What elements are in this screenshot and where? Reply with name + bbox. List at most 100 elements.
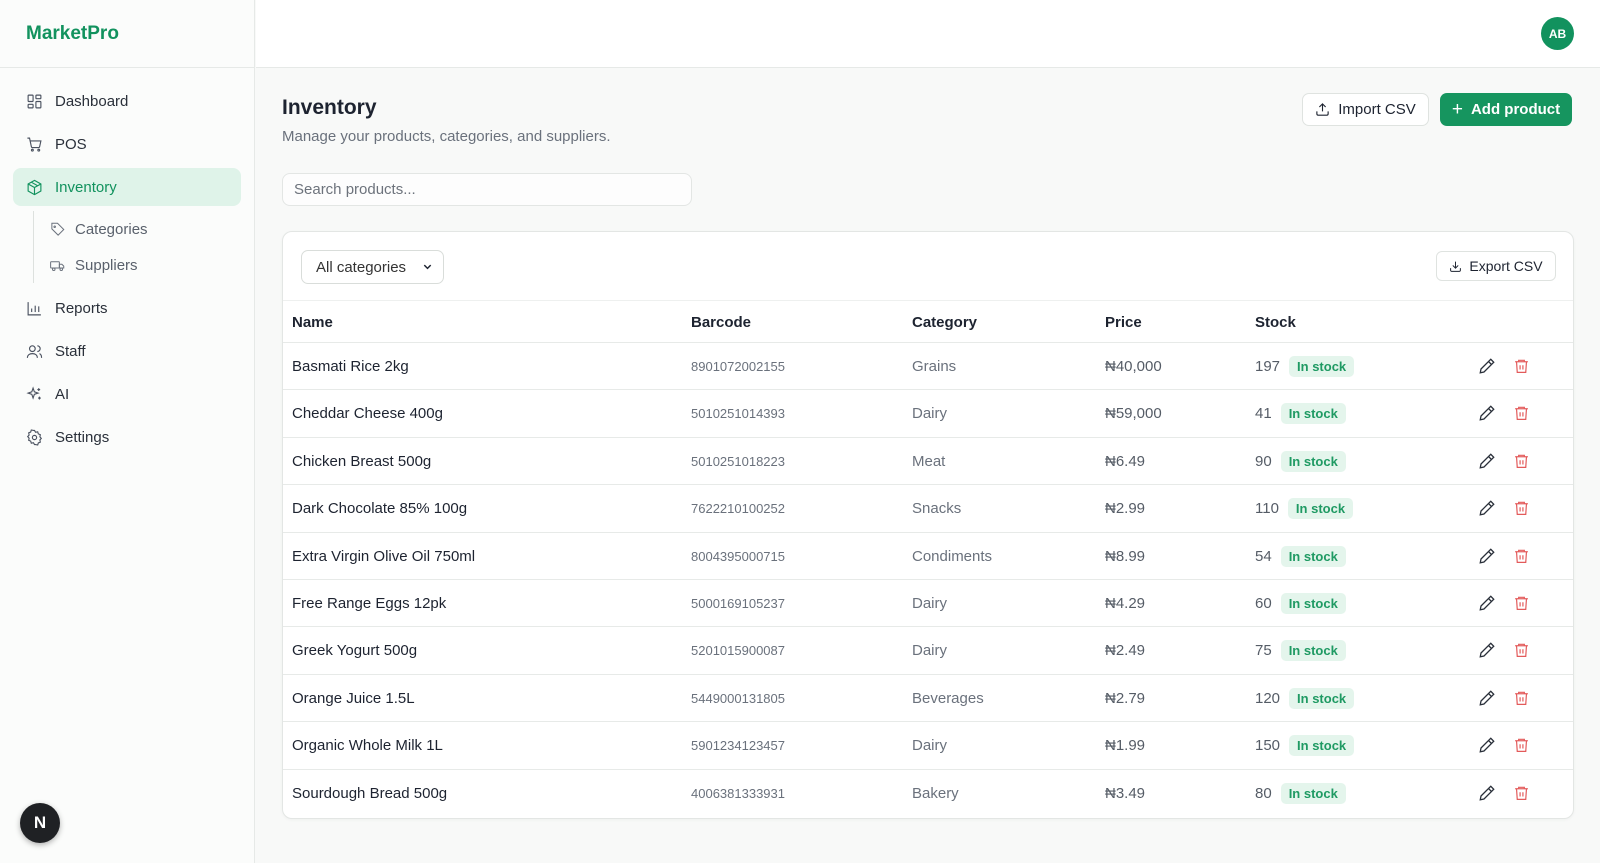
sidebar-item-inventory[interactable]: Inventory xyxy=(13,168,241,206)
column-header-price[interactable]: Price xyxy=(1105,314,1142,331)
table-row[interactable]: Cheddar Cheese 400g 5010251014393 Dairy … xyxy=(283,390,1573,438)
table-row[interactable]: Sourdough Bread 500g 4006381333931 Baker… xyxy=(283,770,1573,817)
inventory-subnav: Categories Suppliers xyxy=(33,211,241,283)
cart-icon xyxy=(25,135,43,153)
sidebar: MarketPro Dashboard POS Inventory Catego… xyxy=(0,0,255,863)
column-header-barcode[interactable]: Barcode xyxy=(691,314,751,331)
edit-button[interactable] xyxy=(1478,594,1496,612)
delete-button[interactable] xyxy=(1513,499,1530,517)
sidebar-item-reports[interactable]: Reports xyxy=(13,289,241,327)
edit-button[interactable] xyxy=(1478,641,1496,659)
truck-icon xyxy=(50,260,65,271)
column-header-stock[interactable]: Stock xyxy=(1255,314,1296,331)
product-category: Condiments xyxy=(912,547,993,565)
status-badge: In stock xyxy=(1280,403,1346,425)
table-row[interactable]: Chicken Breast 500g 5010251018223 Meat ₦… xyxy=(283,438,1573,486)
delete-button[interactable] xyxy=(1513,594,1530,612)
edit-button[interactable] xyxy=(1478,784,1496,802)
trash-icon xyxy=(1515,596,1528,610)
table-row[interactable]: Basmati Rice 2kg 8901072002155 Grains ₦4… xyxy=(283,343,1573,391)
trash-icon xyxy=(1515,644,1528,658)
table-row[interactable]: Extra Virgin Olive Oil 750ml 80043950007… xyxy=(283,533,1573,580)
delete-button[interactable] xyxy=(1513,736,1530,754)
add-product-label: Add product xyxy=(1470,101,1561,118)
edit-button[interactable] xyxy=(1478,404,1496,422)
product-barcode: 5201015900087 xyxy=(691,643,785,659)
sidebar-item-pos[interactable]: POS xyxy=(13,125,241,163)
product-stock: 54 In stock xyxy=(1255,545,1346,567)
delete-button[interactable] xyxy=(1513,357,1530,375)
chevron-down-icon xyxy=(423,264,432,270)
sparkles-icon xyxy=(25,385,43,403)
edit-button[interactable] xyxy=(1478,689,1496,707)
page-subtitle: Manage your products, categories, and su… xyxy=(282,128,611,145)
delete-button[interactable] xyxy=(1513,547,1530,565)
sidebar-item-ai[interactable]: AI xyxy=(13,375,241,413)
status-badge: In stock xyxy=(1280,782,1346,804)
product-category: Dairy xyxy=(912,737,948,755)
table-row[interactable]: Dark Chocolate 85% 100g 7622210100252 Sn… xyxy=(283,485,1573,533)
edit-button[interactable] xyxy=(1478,499,1496,517)
export-csv-label: Export CSV xyxy=(1469,258,1543,274)
product-price: ₦2.99 xyxy=(1105,500,1146,518)
product-price: ₦59,000 xyxy=(1105,405,1162,423)
sidebar-subitem-suppliers[interactable]: Suppliers xyxy=(50,247,241,283)
stock-count: 197 xyxy=(1255,358,1281,375)
table-row[interactable]: Free Range Eggs 12pk 5000169105237 Dairy… xyxy=(283,580,1573,628)
table-row[interactable]: Greek Yogurt 500g 5201015900087 Dairy ₦2… xyxy=(283,627,1573,675)
sidebar-subitem-categories[interactable]: Categories xyxy=(50,211,241,247)
sidebar-subitem-label: Suppliers xyxy=(75,256,138,274)
product-barcode: 8004395000715 xyxy=(691,548,785,564)
status-badge: In stock xyxy=(1280,592,1346,614)
product-name: Greek Yogurt 500g xyxy=(292,642,418,660)
dev-tools-badge[interactable]: N xyxy=(20,803,60,843)
table-body: Basmati Rice 2kg 8901072002155 Grains ₦4… xyxy=(283,343,1573,817)
delete-button[interactable] xyxy=(1513,452,1530,470)
product-price: ₦6.49 xyxy=(1105,452,1146,470)
avatar[interactable]: AB xyxy=(1541,17,1574,50)
bar-chart-icon xyxy=(25,299,43,317)
product-name: Basmati Rice 2kg xyxy=(292,358,409,375)
delete-button[interactable] xyxy=(1513,641,1530,659)
add-product-button[interactable]: + Add product xyxy=(1440,93,1572,126)
sidebar-item-dashboard[interactable]: Dashboard xyxy=(13,82,241,120)
search-input[interactable] xyxy=(282,173,692,206)
sidebar-nav: Dashboard POS Inventory Categories Suppl… xyxy=(0,68,254,456)
product-barcode: 7622210100252 xyxy=(691,501,785,517)
sidebar-item-staff[interactable]: Staff xyxy=(13,332,241,370)
sidebar-item-label: Inventory xyxy=(55,178,117,196)
sidebar-item-label: Reports xyxy=(55,299,108,317)
edit-button[interactable] xyxy=(1478,357,1496,375)
sidebar-item-label: Settings xyxy=(55,428,110,446)
column-header-name[interactable]: Name xyxy=(292,314,333,331)
edit-button[interactable] xyxy=(1478,736,1496,754)
product-category: Meat xyxy=(912,452,946,470)
pencil-icon xyxy=(1479,595,1495,611)
export-csv-button[interactable]: Export CSV xyxy=(1436,251,1556,281)
brand-logo[interactable]: MarketPro xyxy=(0,0,254,68)
stock-count: 110 xyxy=(1255,500,1279,518)
sidebar-item-label: AI xyxy=(55,385,70,403)
import-csv-button[interactable]: Import CSV xyxy=(1302,93,1429,126)
category-filter-select[interactable]: All categories xyxy=(301,250,444,284)
edit-button[interactable] xyxy=(1478,452,1496,470)
table-row[interactable]: Organic Whole Milk 1L 5901234123457 Dair… xyxy=(283,722,1573,770)
product-name: Dark Chocolate 85% 100g xyxy=(292,500,468,518)
delete-button[interactable] xyxy=(1513,404,1530,422)
sidebar-item-settings[interactable]: Settings xyxy=(13,418,241,456)
edit-button[interactable] xyxy=(1478,547,1496,565)
table-row[interactable]: Orange Juice 1.5L 5449000131805 Beverage… xyxy=(283,675,1573,723)
trash-icon xyxy=(1515,501,1528,516)
product-name: Chicken Breast 500g xyxy=(292,452,432,470)
stock-count: 120 xyxy=(1255,689,1281,707)
trash-icon xyxy=(1515,407,1528,421)
product-price: ₦40,000 xyxy=(1105,358,1162,375)
product-stock: 90 In stock xyxy=(1255,450,1346,472)
stock-count: 75 xyxy=(1255,642,1272,660)
delete-button[interactable] xyxy=(1513,784,1530,802)
sidebar-item-label: POS xyxy=(55,135,87,153)
column-header-category[interactable]: Category xyxy=(912,314,977,331)
product-category: Grains xyxy=(912,358,957,375)
delete-button[interactable] xyxy=(1513,689,1530,707)
trash-icon xyxy=(1515,359,1528,373)
